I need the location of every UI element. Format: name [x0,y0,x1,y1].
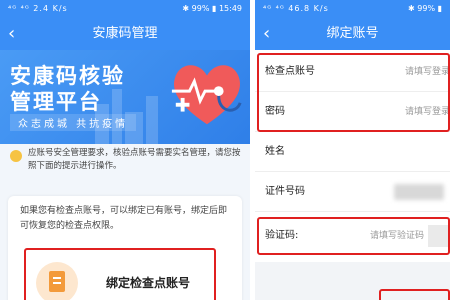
notice-bar: 应账号安全管理要求，核验点账号需要实名管理，请您按照下面的提示进行操作。 [0,144,250,180]
page-title: 绑定账号 [326,26,379,41]
status-battery: ✱ 99% ▮ [408,4,442,13]
status-battery-time: ✱ 99% ▮ 15:49 [182,4,242,13]
submit-button-partial[interactable] [379,289,450,300]
status-network: ⁴ᴳ ⁴ᴳ 2.4 K/s [8,4,68,13]
lightbulb-icon [10,150,22,162]
nav-bar: ‹ 绑定账号 [255,17,450,50]
status-bar: ⁴ᴳ ⁴ᴳ 46.8 K/s ✱ 99% ▮ [255,0,450,17]
field-id-label: 证件号码 [265,186,305,197]
heart-stethoscope-icon [171,65,242,125]
field-id-number[interactable]: 证件号码 [255,172,450,212]
banner-slogan: 众志成城 共抗疫情 [10,114,137,131]
status-network: ⁴ᴳ ⁴ᴳ 46.8 K/s [263,4,329,13]
id-number-masked [394,184,444,200]
field-name[interactable]: 姓名 [255,132,450,172]
highlight-captcha [257,217,450,255]
nav-bar: ‹ 安康码管理 [0,17,250,50]
document-icon [36,262,78,300]
notice-text: 应账号安全管理要求，核验点账号需要实名管理，请您按照下面的提示进行操作。 [28,148,241,171]
field-name-label: 姓名 [265,146,285,157]
page-title: 安康码管理 [92,26,158,41]
right-screen: ⁴ᴳ ⁴ᴳ 46.8 K/s ✱ 99% ▮ ‹ 绑定账号 检查点账号 请填写登… [255,0,450,300]
status-bar: ⁴ᴳ ⁴ᴳ 2.4 K/s ✱ 99% ▮ 15:49 [0,0,250,17]
left-screen: ⁴ᴳ ⁴ᴳ 2.4 K/s ✱ 99% ▮ 15:49 ‹ 安康码管理 安康码核… [0,0,250,300]
highlight-credentials [257,53,450,132]
banner-title-line2: 管理平台 [10,90,102,114]
bind-account-label: 绑定检查点账号 [106,276,191,290]
bind-description: 如果您有检查点账号，可以绑定已有账号，绑定后即可恢复您的检查点权限。 [20,206,228,231]
